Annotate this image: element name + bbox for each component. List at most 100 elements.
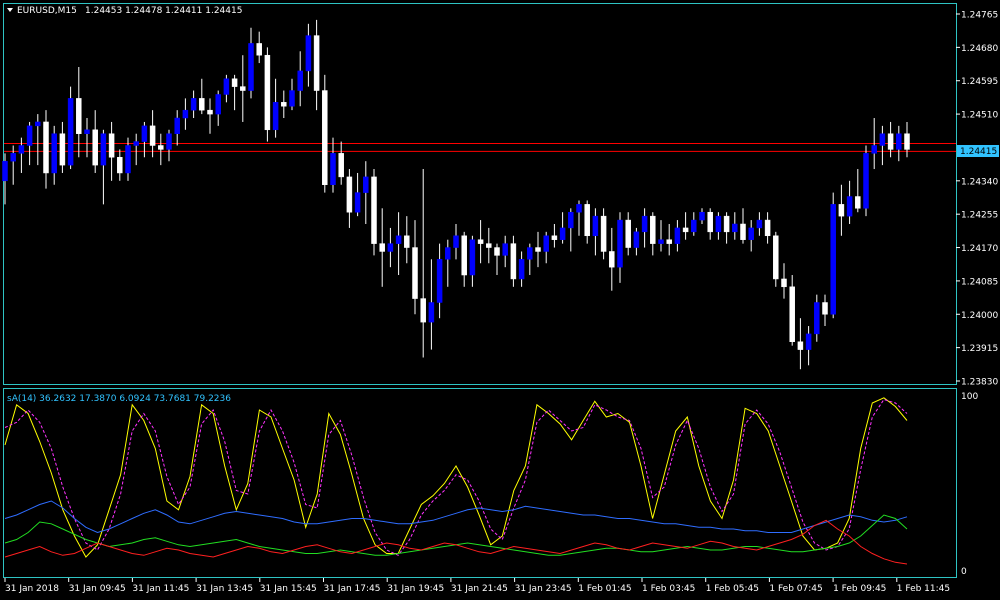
candle-body xyxy=(412,247,418,299)
time-tick-label: 31 Jan 15:45 xyxy=(260,584,317,594)
candle-body xyxy=(174,117,180,134)
candle-body xyxy=(100,133,107,166)
candle-body xyxy=(576,204,582,213)
candle-body xyxy=(420,298,426,323)
candle-body xyxy=(305,35,312,72)
time-tick-label: 31 Jan 2018 xyxy=(5,584,59,594)
time-tick-label: 31 Jan 11:45 xyxy=(132,584,189,594)
candle-body xyxy=(108,133,115,158)
osc-tick-label: 100 xyxy=(961,392,978,402)
candle-body xyxy=(166,133,172,150)
candle-body xyxy=(404,235,410,248)
candle-body xyxy=(658,239,664,244)
candle-body xyxy=(354,192,361,213)
candle-body xyxy=(502,243,508,256)
candle-body xyxy=(732,223,738,233)
candle-body xyxy=(223,78,230,95)
price-chart[interactable]: 1.24765 1.24680 1.24595 1.24510 1.24340 1.242… xyxy=(0,0,1000,600)
candle-body xyxy=(871,145,877,154)
candle-body xyxy=(707,211,713,233)
candle-body xyxy=(117,157,123,174)
candle-body xyxy=(666,239,672,244)
candle-body xyxy=(395,235,402,244)
candle-body xyxy=(814,302,820,335)
candle-body xyxy=(84,129,90,134)
candle-body xyxy=(625,219,631,248)
price-tick-label: 1.24340 xyxy=(961,177,998,187)
indicator-label: sA(14) 36.2632 17.3870 6.0924 73.7681 79… xyxy=(7,394,231,404)
candle-body xyxy=(330,153,336,185)
candle-body xyxy=(896,133,902,150)
candle-body xyxy=(67,98,74,166)
time-tick-label: 31 Jan 21:45 xyxy=(451,584,508,594)
price-tick-label: 1.24680 xyxy=(961,44,998,54)
candle-body xyxy=(477,239,484,244)
price-tick-label: 1.24595 xyxy=(961,77,998,87)
candle-body xyxy=(264,54,271,131)
candle-body xyxy=(387,243,394,252)
candle-body xyxy=(297,70,303,91)
candle-body xyxy=(338,153,344,178)
candle-body xyxy=(846,196,853,217)
time-tick-label: 1 Feb 01:45 xyxy=(578,584,631,594)
candle-body xyxy=(855,196,861,209)
candle-body xyxy=(461,235,467,276)
time-tick-label: 31 Jan 13:45 xyxy=(196,584,253,594)
candle-body xyxy=(715,215,722,233)
time-tick-label: 31 Jan 19:45 xyxy=(387,584,444,594)
candle-body xyxy=(764,219,771,237)
candle-body xyxy=(584,204,590,237)
candle-body xyxy=(149,125,156,146)
candle-body xyxy=(609,251,615,268)
candle-body xyxy=(76,98,82,134)
candle-body xyxy=(797,341,804,350)
price-tick-label: 1.24255 xyxy=(961,211,998,221)
candle-body xyxy=(2,160,8,182)
chart-background xyxy=(0,0,1000,600)
time-tick-label: 1 Feb 05:45 xyxy=(706,584,759,594)
candle-body xyxy=(43,121,49,174)
current-price-label: 1.24415 xyxy=(960,147,997,157)
candle-body xyxy=(289,90,295,107)
candle-body xyxy=(822,302,828,315)
candle-body xyxy=(371,176,377,244)
candle-body xyxy=(879,133,886,146)
time-tick-label: 1 Feb 11:45 xyxy=(897,584,950,594)
candle-body xyxy=(428,302,435,323)
candle-body xyxy=(248,43,254,91)
price-tick-label: 1.23915 xyxy=(961,344,998,354)
candle-body xyxy=(518,259,525,280)
time-tick-label: 1 Feb 09:45 xyxy=(833,584,886,594)
price-tick-label: 1.24170 xyxy=(961,244,998,254)
candle-body xyxy=(436,259,443,303)
ohlc-label: 1.24453 1.24478 1.24411 1.24415 xyxy=(85,6,242,16)
candle-body xyxy=(207,109,213,115)
candle-body xyxy=(92,129,98,166)
candle-body xyxy=(641,215,648,233)
candle-body xyxy=(445,247,451,260)
candle-body xyxy=(600,215,607,252)
candle-body xyxy=(158,145,164,150)
candle-body xyxy=(494,247,500,256)
candle-body xyxy=(346,176,353,213)
candle-body xyxy=(551,235,558,240)
candle-body xyxy=(559,227,566,240)
price-tick-label: 1.24085 xyxy=(961,277,998,287)
candle-body xyxy=(26,125,33,146)
candle-body xyxy=(190,98,197,111)
candle-body xyxy=(748,227,754,240)
candle-body xyxy=(789,286,795,342)
price-tick-label: 1.24765 xyxy=(961,11,998,21)
candle-body xyxy=(535,247,541,252)
candle-body xyxy=(199,98,205,111)
candle-body xyxy=(830,204,836,315)
candle-body xyxy=(215,94,221,115)
candle-body xyxy=(740,223,746,240)
candle-body xyxy=(756,219,763,229)
candle-body xyxy=(272,102,279,131)
candle-body xyxy=(527,247,533,260)
candle-body xyxy=(59,133,66,166)
candle-body xyxy=(510,243,517,280)
time-tick-label: 1 Feb 07:45 xyxy=(769,584,822,594)
candle-body xyxy=(51,133,57,174)
